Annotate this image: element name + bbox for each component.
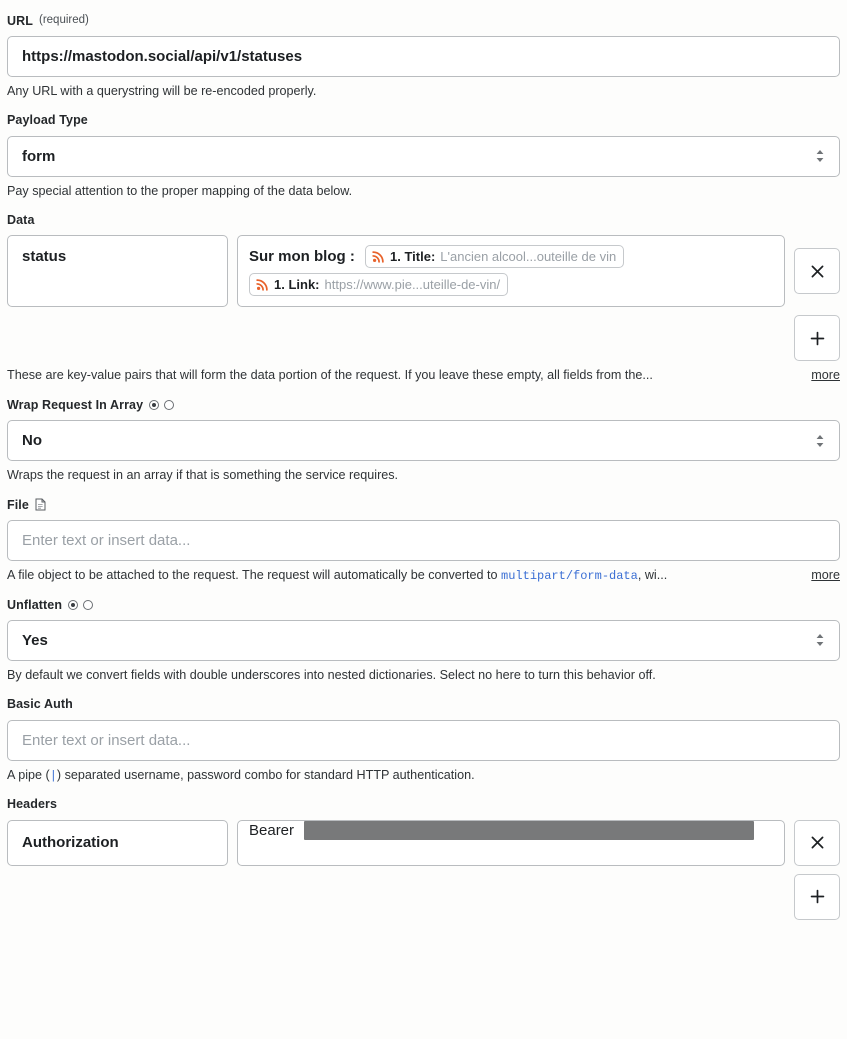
basic-auth-label-row: Basic Auth <box>7 696 840 714</box>
headers-row: Authorization Bearer <box>7 820 840 866</box>
wrap-request-help-text: Wraps the request in an array if that is… <box>7 468 840 484</box>
file-label-row: File <box>7 496 840 514</box>
data-row: status Sur mon blog : 1. Title: L'ancien… <box>7 235 840 307</box>
wrap-request-label-row: Wrap Request In Array <box>7 396 840 414</box>
data-remove-button[interactable] <box>794 248 840 294</box>
wrap-request-label: Wrap Request In Array <box>7 399 143 412</box>
data-token-link-label: 1. Link: <box>274 277 320 292</box>
unflatten-radio-2[interactable] <box>83 600 93 610</box>
file-group: File Enter text or insert data... A file… <box>7 496 840 584</box>
header-value-input[interactable]: Bearer <box>237 820 785 866</box>
unflatten-help-text: By default we convert fields with double… <box>7 668 840 684</box>
header-remove-button[interactable] <box>794 820 840 866</box>
data-token-link[interactable]: 1. Link: https://www.pie...uteille-de-vi… <box>249 273 508 296</box>
close-icon <box>809 834 826 851</box>
close-icon <box>809 263 826 280</box>
url-required-note: (required) <box>39 15 89 27</box>
rss-icon <box>372 250 385 263</box>
unflatten-select[interactable]: Yes <box>7 620 840 661</box>
data-token-link-value: https://www.pie...uteille-de-vin/ <box>325 277 501 292</box>
file-help-label: A file object to be attached to the requ… <box>7 568 667 584</box>
unflatten-radio-group[interactable] <box>68 600 93 610</box>
basic-auth-help-label: A pipe (|) separated username, password … <box>7 768 475 784</box>
document-icon <box>35 498 46 511</box>
data-help-text: These are key-value pairs that will form… <box>7 368 840 384</box>
data-token-title-label: 1. Title: <box>390 249 435 264</box>
basic-auth-help-text: A pipe (|) separated username, password … <box>7 768 840 784</box>
payload-type-label: Payload Type <box>7 114 88 127</box>
headers-add-row <box>7 874 840 920</box>
wrap-request-value: No <box>22 432 42 449</box>
wrap-request-select[interactable]: No <box>7 420 840 461</box>
url-help-text: Any URL with a querystring will be re-en… <box>7 84 840 100</box>
unflatten-label-row: Unflatten <box>7 596 840 614</box>
headers-label: Headers <box>7 798 57 811</box>
basic-auth-help-after: ) separated username, password combo for… <box>57 768 475 782</box>
basic-auth-help-code: | <box>50 769 57 783</box>
file-label: File <box>7 499 29 512</box>
basic-auth-help-before: A pipe ( <box>7 768 50 782</box>
header-add-button[interactable] <box>794 874 840 920</box>
plus-icon <box>809 888 826 905</box>
file-help-after: , wi... <box>638 568 667 582</box>
url-label-row: URL (required) <box>7 12 840 30</box>
data-add-row <box>7 315 840 361</box>
data-help-label: These are key-value pairs that will form… <box>7 368 653 384</box>
unflatten-label: Unflatten <box>7 599 62 612</box>
chevron-updown-icon <box>814 147 826 165</box>
payload-type-group: Payload Type form Pay special attention … <box>7 112 840 200</box>
rss-icon <box>256 278 269 291</box>
unflatten-value: Yes <box>22 632 48 649</box>
data-add-button[interactable] <box>794 315 840 361</box>
file-more-link[interactable]: more <box>803 568 840 584</box>
unflatten-radio-1[interactable] <box>68 600 78 610</box>
headers-label-row: Headers <box>7 796 840 814</box>
header-key-input[interactable]: Authorization <box>7 820 228 866</box>
url-field-group: URL (required) https://mastodon.social/a… <box>7 12 840 100</box>
payload-type-help-label: Pay special attention to the proper mapp… <box>7 184 352 200</box>
header-value-prefix: Bearer <box>249 822 298 839</box>
file-input[interactable]: Enter text or insert data... <box>7 520 840 561</box>
header-value-redaction <box>304 821 754 840</box>
payload-type-value: form <box>22 148 55 165</box>
data-token-title-value: L'ancien alcool...outeille de vin <box>440 249 616 264</box>
unflatten-help-label: By default we convert fields with double… <box>7 668 656 684</box>
payload-type-help-text: Pay special attention to the proper mapp… <box>7 184 840 200</box>
file-help-before: A file object to be attached to the requ… <box>7 568 501 582</box>
plus-icon <box>809 330 826 347</box>
unflatten-group: Unflatten Yes By default we convert fiel… <box>7 596 840 684</box>
basic-auth-label: Basic Auth <box>7 698 73 711</box>
url-input[interactable]: https://mastodon.social/api/v1/statuses <box>7 36 840 77</box>
data-value-input[interactable]: Sur mon blog : 1. Title: L'ancien alcool… <box>237 235 785 307</box>
data-label: Data <box>7 214 35 227</box>
headers-group: Headers Authorization Bearer <box>7 796 840 920</box>
data-token-title[interactable]: 1. Title: L'ancien alcool...outeille de … <box>365 245 624 268</box>
data-label-row: Data <box>7 211 840 229</box>
url-help-label: Any URL with a querystring will be re-en… <box>7 84 316 100</box>
basic-auth-group: Basic Auth Enter text or insert data... … <box>7 696 840 784</box>
url-label: URL <box>7 15 33 28</box>
basic-auth-input[interactable]: Enter text or insert data... <box>7 720 840 761</box>
payload-type-label-row: Payload Type <box>7 112 840 130</box>
wrap-request-help-label: Wraps the request in an array if that is… <box>7 468 398 484</box>
file-help-code: multipart/form-data <box>501 569 638 583</box>
wrap-request-radio-group[interactable] <box>149 400 174 410</box>
data-group: Data status Sur mon blog : 1. Title: L'a… <box>7 211 840 384</box>
payload-type-select[interactable]: form <box>7 136 840 177</box>
chevron-updown-icon <box>814 432 826 450</box>
wrap-request-radio-2[interactable] <box>164 400 174 410</box>
data-value-prefix: Sur mon blog : <box>249 248 359 265</box>
wrap-request-radio-1[interactable] <box>149 400 159 410</box>
webhook-request-form: URL (required) https://mastodon.social/a… <box>0 12 847 920</box>
chevron-updown-icon <box>814 631 826 649</box>
wrap-request-group: Wrap Request In Array No Wraps the reque… <box>7 396 840 484</box>
data-more-link[interactable]: more <box>803 368 840 384</box>
data-key-input[interactable]: status <box>7 235 228 307</box>
file-help-text: A file object to be attached to the requ… <box>7 568 840 584</box>
